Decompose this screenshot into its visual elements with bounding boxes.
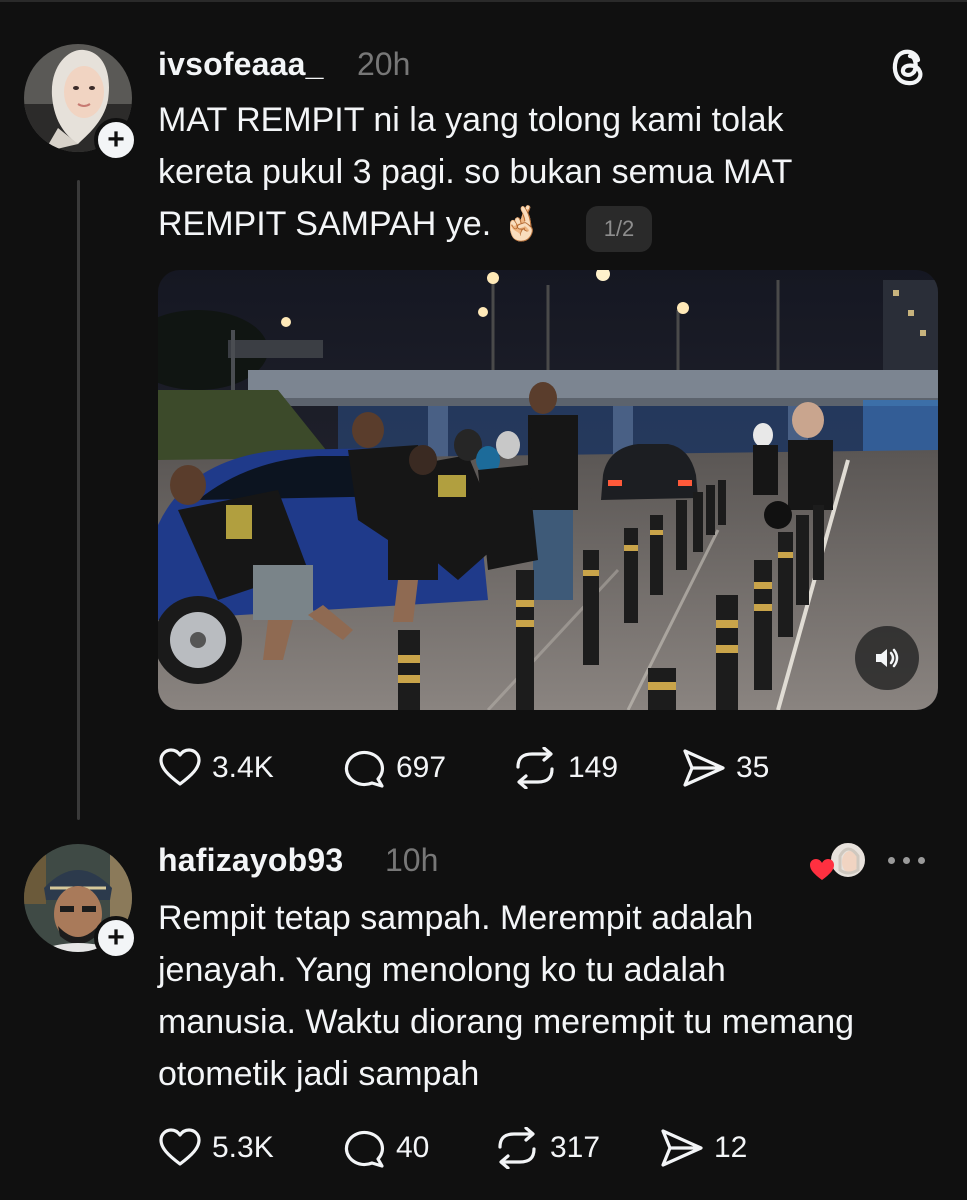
share-count: 12 [714, 1131, 748, 1164]
post-video[interactable] [158, 270, 938, 710]
share-button[interactable]: 35 [682, 746, 769, 790]
repost-count: 149 [568, 751, 619, 784]
reply-username[interactable]: hafizayob93 [158, 842, 343, 879]
repost-count: 317 [550, 1131, 601, 1164]
thread-connector-line [77, 180, 80, 820]
plus-icon: + [107, 123, 125, 156]
repost-button[interactable]: 317 [494, 1126, 600, 1170]
speaker-icon [876, 648, 899, 668]
top-divider [0, 0, 967, 2]
share-count: 35 [736, 751, 770, 784]
repost-icon [498, 1127, 536, 1169]
send-icon [661, 1129, 703, 1167]
page-indicator: 1/2 [586, 206, 652, 252]
post-username[interactable]: ivsofeaaa_ [158, 46, 324, 83]
follow-plus-button[interactable]: + [94, 118, 138, 162]
repost-button[interactable]: 149 [512, 746, 618, 790]
follow-plus-button[interactable]: + [94, 916, 138, 960]
heart-icon [159, 748, 201, 786]
like-button[interactable]: 5.3K [158, 1126, 274, 1170]
repost-icon [516, 747, 554, 789]
post-time: 20h [357, 46, 411, 82]
plus-icon: + [107, 921, 125, 954]
comment-count: 697 [396, 751, 447, 784]
threads-logo-icon[interactable] [888, 44, 928, 88]
like-count: 3.4K [212, 751, 274, 784]
post-text: MAT REMPIT ni la yang tolong kami tolak … [158, 101, 793, 243]
heart-icon [810, 859, 834, 880]
more-dots-icon[interactable] [888, 852, 932, 868]
share-button[interactable]: 12 [660, 1126, 747, 1170]
reply-time: 10h [385, 842, 439, 878]
like-button[interactable]: 3.4K [158, 746, 274, 790]
send-icon [683, 749, 725, 787]
liked-by-author-indicator [808, 840, 868, 884]
comment-button[interactable]: 697 [342, 746, 446, 790]
comment-button[interactable]: 40 [342, 1126, 429, 1170]
comment-count: 40 [396, 1131, 430, 1164]
sound-toggle-button[interactable] [855, 626, 919, 690]
reply-text: Rempit tetap sampah. Merempit adalah jen… [158, 899, 855, 1093]
heart-icon [159, 1128, 201, 1166]
like-count: 5.3K [212, 1131, 274, 1164]
comment-bubble-icon [344, 1130, 384, 1168]
comment-bubble-icon [344, 750, 384, 788]
